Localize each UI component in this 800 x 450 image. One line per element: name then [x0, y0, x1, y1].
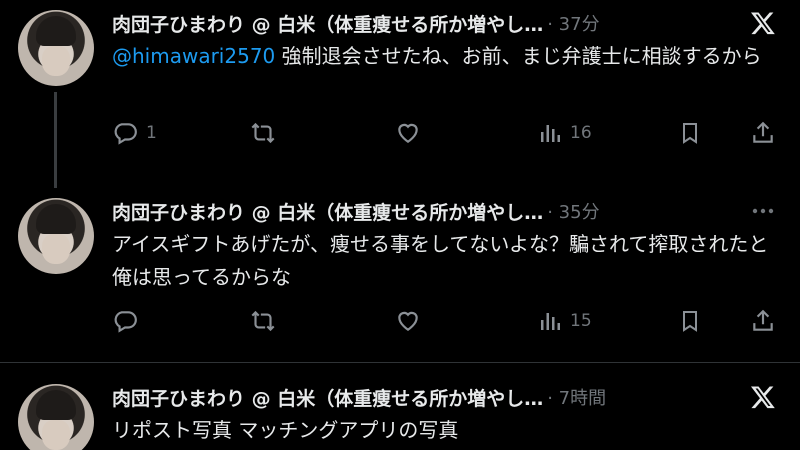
reply-button[interactable]: 1: [112, 118, 157, 148]
x-logo-icon: [746, 8, 780, 38]
like-button[interactable]: [394, 306, 422, 336]
timestamp[interactable]: · 7時間: [547, 384, 606, 410]
heart-icon: [394, 308, 422, 334]
tweet-text: @himawari2570 強制退会させたね、お前、まじ弁護士に相談するから: [112, 40, 774, 73]
avatar[interactable]: [18, 384, 94, 450]
repost-icon: [248, 308, 278, 334]
views-button[interactable]: 16: [538, 118, 592, 148]
avatar[interactable]: [18, 10, 94, 86]
bookmark-button[interactable]: [678, 118, 702, 148]
reply-icon: [112, 308, 138, 334]
tweet-text: アイスギフトあげたが、痩せる事をしてないよな？騙されて搾取されたと俺は思ってるか…: [112, 228, 774, 294]
reply-count: 1: [146, 123, 157, 143]
tweet-2[interactable]: 肉団子ひまわり @ 白米（体重痩せる所か増やし… · 35分 アイスギフトあげた…: [0, 190, 800, 360]
views-button[interactable]: 15: [538, 306, 592, 336]
views-count: 16: [570, 123, 592, 143]
views-icon: [538, 120, 562, 146]
tweet-text: リポスト写真 マッチングアプリの写真: [112, 414, 774, 447]
reply-button[interactable]: [112, 306, 138, 336]
tweet-3[interactable]: 肉団子ひまわり @ 白米（体重痩せる所か増やし… · 7時間 リポスト写真 マッ…: [0, 372, 800, 450]
thread-line: [54, 92, 57, 188]
bookmark-button[interactable]: [678, 306, 702, 336]
heart-icon: [394, 120, 422, 146]
tweet-body-text: リポスト写真 マッチングアプリの写真: [112, 418, 459, 442]
share-button[interactable]: [750, 306, 776, 336]
bookmark-icon: [678, 120, 702, 146]
share-button[interactable]: [750, 118, 776, 148]
tweet-actions: 1 16: [112, 118, 780, 148]
author-name[interactable]: 肉団子ひまわり @ 白米（体重痩せる所か増やし…: [112, 198, 543, 225]
avatar[interactable]: [18, 198, 94, 274]
tweet-header: 肉団子ひまわり @ 白米（体重痩せる所か増やし… · 37分: [112, 8, 780, 38]
author-name[interactable]: 肉団子ひまわり @ 白米（体重痩せる所か増やし…: [112, 10, 543, 37]
share-icon: [750, 120, 776, 146]
author-name[interactable]: 肉団子ひまわり @ 白米（体重痩せる所か増やし…: [112, 384, 543, 411]
tweet-header: 肉団子ひまわり @ 白米（体重痩せる所か増やし… · 35分: [112, 196, 780, 226]
tweet-body-text: 強制退会させたね、お前、まじ弁護士に相談するから: [275, 44, 762, 68]
tweet-divider: [0, 362, 800, 363]
repost-button[interactable]: [248, 306, 278, 336]
timestamp[interactable]: · 35分: [547, 198, 599, 224]
mention-link[interactable]: @himawari2570: [112, 44, 275, 68]
bookmark-icon: [678, 308, 702, 334]
repost-button[interactable]: [248, 118, 278, 148]
tweet-header: 肉団子ひまわり @ 白米（体重痩せる所か増やし… · 7時間: [112, 382, 780, 412]
like-button[interactable]: [394, 118, 422, 148]
views-count: 15: [570, 311, 592, 331]
tweet-body-text: アイスギフトあげたが、痩せる事をしてないよな？騙されて搾取されたと俺は思ってるか…: [112, 232, 769, 289]
timestamp[interactable]: · 37分: [547, 10, 599, 36]
repost-icon: [248, 120, 278, 146]
more-icon[interactable]: [746, 196, 780, 226]
x-logo-icon: [746, 382, 780, 412]
tweet-actions: 15: [112, 306, 780, 336]
reply-icon: [112, 120, 138, 146]
share-icon: [750, 308, 776, 334]
views-icon: [538, 308, 562, 334]
tweet-1[interactable]: 肉団子ひまわり @ 白米（体重痩せる所か増やし… · 37分 @himawari…: [0, 0, 800, 190]
